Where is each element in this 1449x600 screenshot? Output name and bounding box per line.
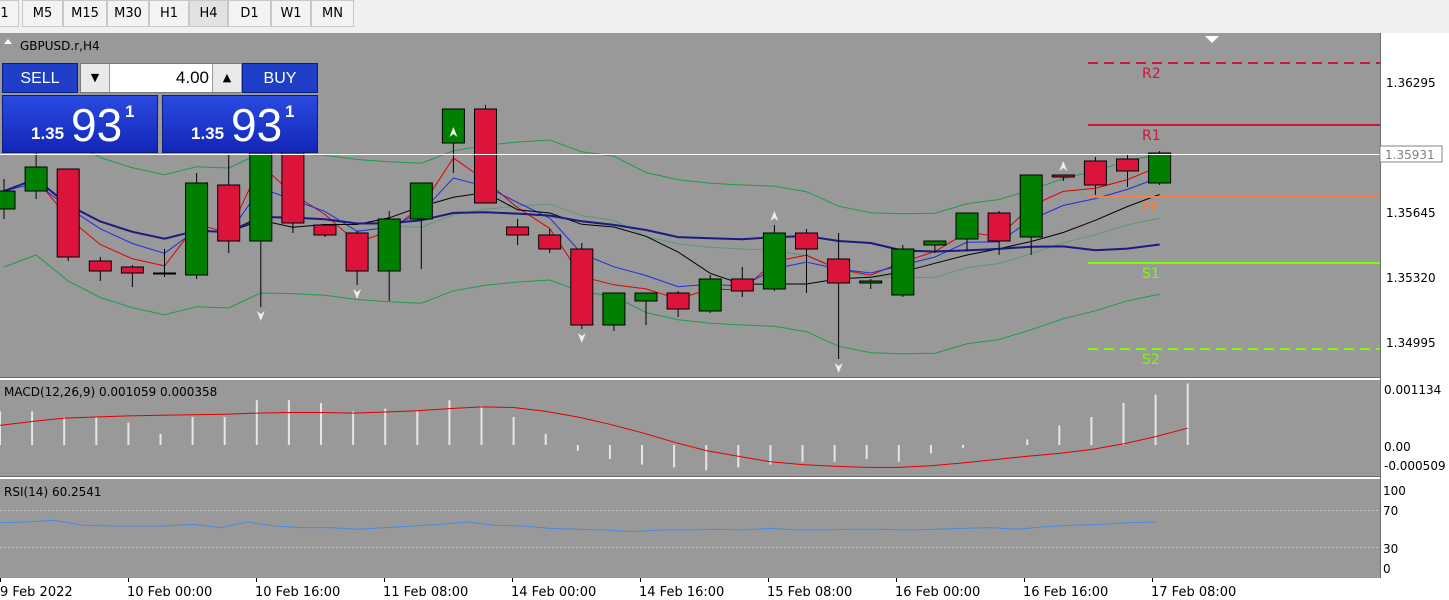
candle-body [345,232,369,272]
candle-body [313,224,337,236]
pivot-label-s1: S1 [1142,266,1160,282]
sell-price-fraction: 1 [125,102,135,121]
rsi-title: RSI(14) 60.2541 [4,485,102,499]
candle-body [185,182,209,276]
timeframe-button-w1[interactable]: W1 [271,0,311,27]
candle-body [634,292,658,302]
macd-title: MACD(12,26,9) 0.001059 0.000358 [4,385,217,399]
candle-body [698,278,722,312]
candle-body [120,266,144,274]
candle-body [24,166,48,192]
candle-body [923,240,947,246]
candle-body [153,272,176,275]
chevron-down-icon[interactable]: ▼ [81,64,110,92]
timeframe-button-h4[interactable]: H4 [189,0,228,27]
time-label: 11 Feb 08:00 [383,585,468,600]
buy-price-box[interactable]: 1.35 93 1 [162,95,318,153]
timeframe-button-h1[interactable]: H1 [149,0,189,27]
time-label: 10 Feb 00:00 [127,585,212,600]
timeframe-button-m15[interactable]: M15 [63,0,107,27]
candle-body [730,278,754,292]
buy-price-fraction: 1 [285,102,295,121]
candle-body [409,182,433,220]
pivot-label-s2: S2 [1142,352,1160,368]
pivot-label-pp: PP [1142,200,1159,216]
candle-body [377,218,401,272]
timeframe-button-mn[interactable]: MN [311,0,354,27]
time-label: 10 Feb 16:00 [255,585,340,600]
candle-body [955,212,979,240]
candle-body [891,248,915,296]
candle-body [538,234,562,250]
time-label: 14 Feb 16:00 [639,585,724,600]
candle-body [795,232,818,250]
timeframe-button-m5[interactable]: M5 [22,0,63,27]
time-label: 14 Feb 00:00 [511,585,596,600]
candle-body [474,108,497,204]
candle-body [506,226,530,236]
current-price-label: 1.35931 [1385,148,1435,162]
one-click-trading-panel: SELL ▼ 4.00 ▲ BUY 1.35 93 1 1.35 93 1 [2,63,319,153]
candle-body [1051,174,1075,178]
candle-body [1116,158,1139,172]
rsi-tick: 100 [1383,484,1406,498]
sell-button[interactable]: SELL [2,63,78,93]
lot-size-field[interactable]: ▼ 4.00 ▲ [80,63,241,93]
candle-body [1083,160,1107,186]
macd-tick: -0.000509 [1384,459,1446,473]
time-label: 17 Feb 08:00 [1151,585,1236,600]
timeframe-button-1[interactable]: 1 [0,0,19,27]
candle-body [1019,174,1043,238]
pivot-label-r2: R2 [1142,66,1161,82]
candle-body [987,212,1011,242]
candle-body [0,190,16,210]
candle-body [666,292,690,310]
time-label: 15 Feb 08:00 [767,585,852,600]
sell-price-box[interactable]: 1.35 93 1 [2,95,158,153]
price-tick: 1.34995 [1386,336,1436,350]
pivot-label-r1: R1 [1142,128,1161,144]
buy-button[interactable]: BUY [242,63,318,93]
time-label: 9 Feb 2022 [0,585,73,600]
price-tick: 1.36295 [1386,76,1436,90]
sell-price-big: 93 [71,99,123,151]
buy-price-prefix: 1.35 [191,124,225,143]
symbol-title: GBPUSD.r,H4 [20,39,100,53]
buy-price-big: 93 [231,99,283,151]
time-label: 16 Feb 00:00 [895,585,980,600]
candle-body [88,260,112,272]
chevron-up-icon[interactable]: ▲ [212,64,241,92]
candle-body [762,232,786,290]
candle-body [441,108,465,144]
lot-size-input[interactable]: 4.00 [111,64,209,92]
timeframe-button-d1[interactable]: D1 [228,0,271,27]
rsi-tick: 70 [1383,504,1398,518]
candle-body [827,258,851,284]
macd-tick: 0.001134 [1384,383,1441,397]
candle-body [1148,152,1172,184]
candle-body [602,292,626,326]
macd-tick: 0.00 [1384,440,1411,454]
rsi-tick: 30 [1383,542,1398,556]
rsi-background [0,479,1380,578]
candle-body [859,280,883,284]
timeframe-toolbar: 1 M5 M15 M30 H1 H4 D1 W1 MN [0,0,1449,34]
price-tick: 1.35320 [1386,271,1436,285]
time-label: 16 Feb 16:00 [1023,585,1108,600]
candle-body [217,184,241,242]
sell-price-prefix: 1.35 [31,124,65,143]
price-tick: 1.35645 [1386,206,1436,220]
candle-body [56,168,80,258]
candle-body [570,248,594,326]
rsi-tick: 0 [1383,562,1391,576]
timeframe-button-m30[interactable]: M30 [107,0,149,27]
